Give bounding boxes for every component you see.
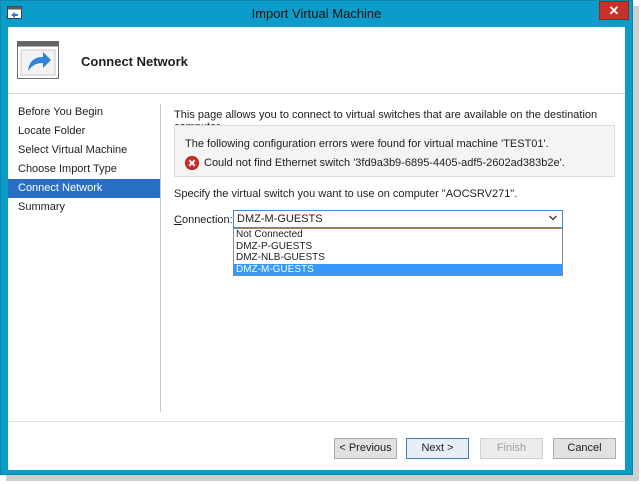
wizard-header: Connect Network xyxy=(8,27,625,94)
window-shadow-bottom xyxy=(6,475,639,481)
connection-value: DMZ-M-GUESTS xyxy=(237,213,323,225)
window-shadow-right xyxy=(633,6,639,478)
page-title: Connect Network xyxy=(81,54,188,69)
connection-select[interactable]: DMZ-M-GUESTS xyxy=(233,210,563,228)
error-title: The following configuration errors were … xyxy=(185,138,549,150)
chevron-down-icon xyxy=(549,215,557,221)
footer-divider xyxy=(8,421,625,422)
close-button[interactable]: ✕ xyxy=(599,1,629,20)
cancel-button[interactable]: Cancel xyxy=(553,438,616,459)
connection-accesskey: C xyxy=(174,214,182,226)
error-icon xyxy=(185,156,199,170)
option-dmz-nlb-guests[interactable]: DMZ-NLB-GUESTS xyxy=(234,252,562,264)
nav-divider xyxy=(160,104,161,412)
previous-button[interactable]: < Previous xyxy=(334,438,397,459)
error-box: The following configuration errors were … xyxy=(174,125,615,177)
step-select-virtual-machine[interactable]: Select Virtual Machine xyxy=(8,141,160,160)
step-choose-import-type[interactable]: Choose Import Type xyxy=(8,160,160,179)
option-dmz-m-guests[interactable]: DMZ-M-GUESTS xyxy=(234,263,562,275)
dialog-body: Connect Network Before You Begin Locate … xyxy=(8,27,625,470)
connection-dropdown-list: Not Connected DMZ-P-GUESTS DMZ-NLB-GUEST… xyxy=(233,228,563,276)
error-message: Could not find Ethernet switch '3fd9a3b9… xyxy=(204,157,565,169)
import-vm-window: Import Virtual Machine ✕ Connect Network… xyxy=(0,0,633,475)
next-button[interactable]: Next > xyxy=(406,438,469,459)
specify-text: Specify the virtual switch you want to u… xyxy=(174,188,518,200)
option-dmz-p-guests[interactable]: DMZ-P-GUESTS xyxy=(234,241,562,253)
option-not-connected[interactable]: Not Connected xyxy=(234,229,562,241)
step-connect-network[interactable]: Connect Network xyxy=(8,179,160,198)
step-summary[interactable]: Summary xyxy=(8,198,160,217)
wizard-steps: Before You Begin Locate Folder Select Vi… xyxy=(8,103,160,217)
step-before-you-begin[interactable]: Before You Begin xyxy=(8,103,160,122)
titlebar[interactable]: Import Virtual Machine ✕ xyxy=(1,1,632,27)
window-title: Import Virtual Machine xyxy=(251,6,382,21)
step-locate-folder[interactable]: Locate Folder xyxy=(8,122,160,141)
connection-label: Connection: xyxy=(174,214,233,226)
close-icon: ✕ xyxy=(608,3,620,18)
connection-label-rest: onnection: xyxy=(181,214,233,226)
arrow-window-icon xyxy=(17,41,59,79)
finish-button[interactable]: Finish xyxy=(480,438,543,459)
